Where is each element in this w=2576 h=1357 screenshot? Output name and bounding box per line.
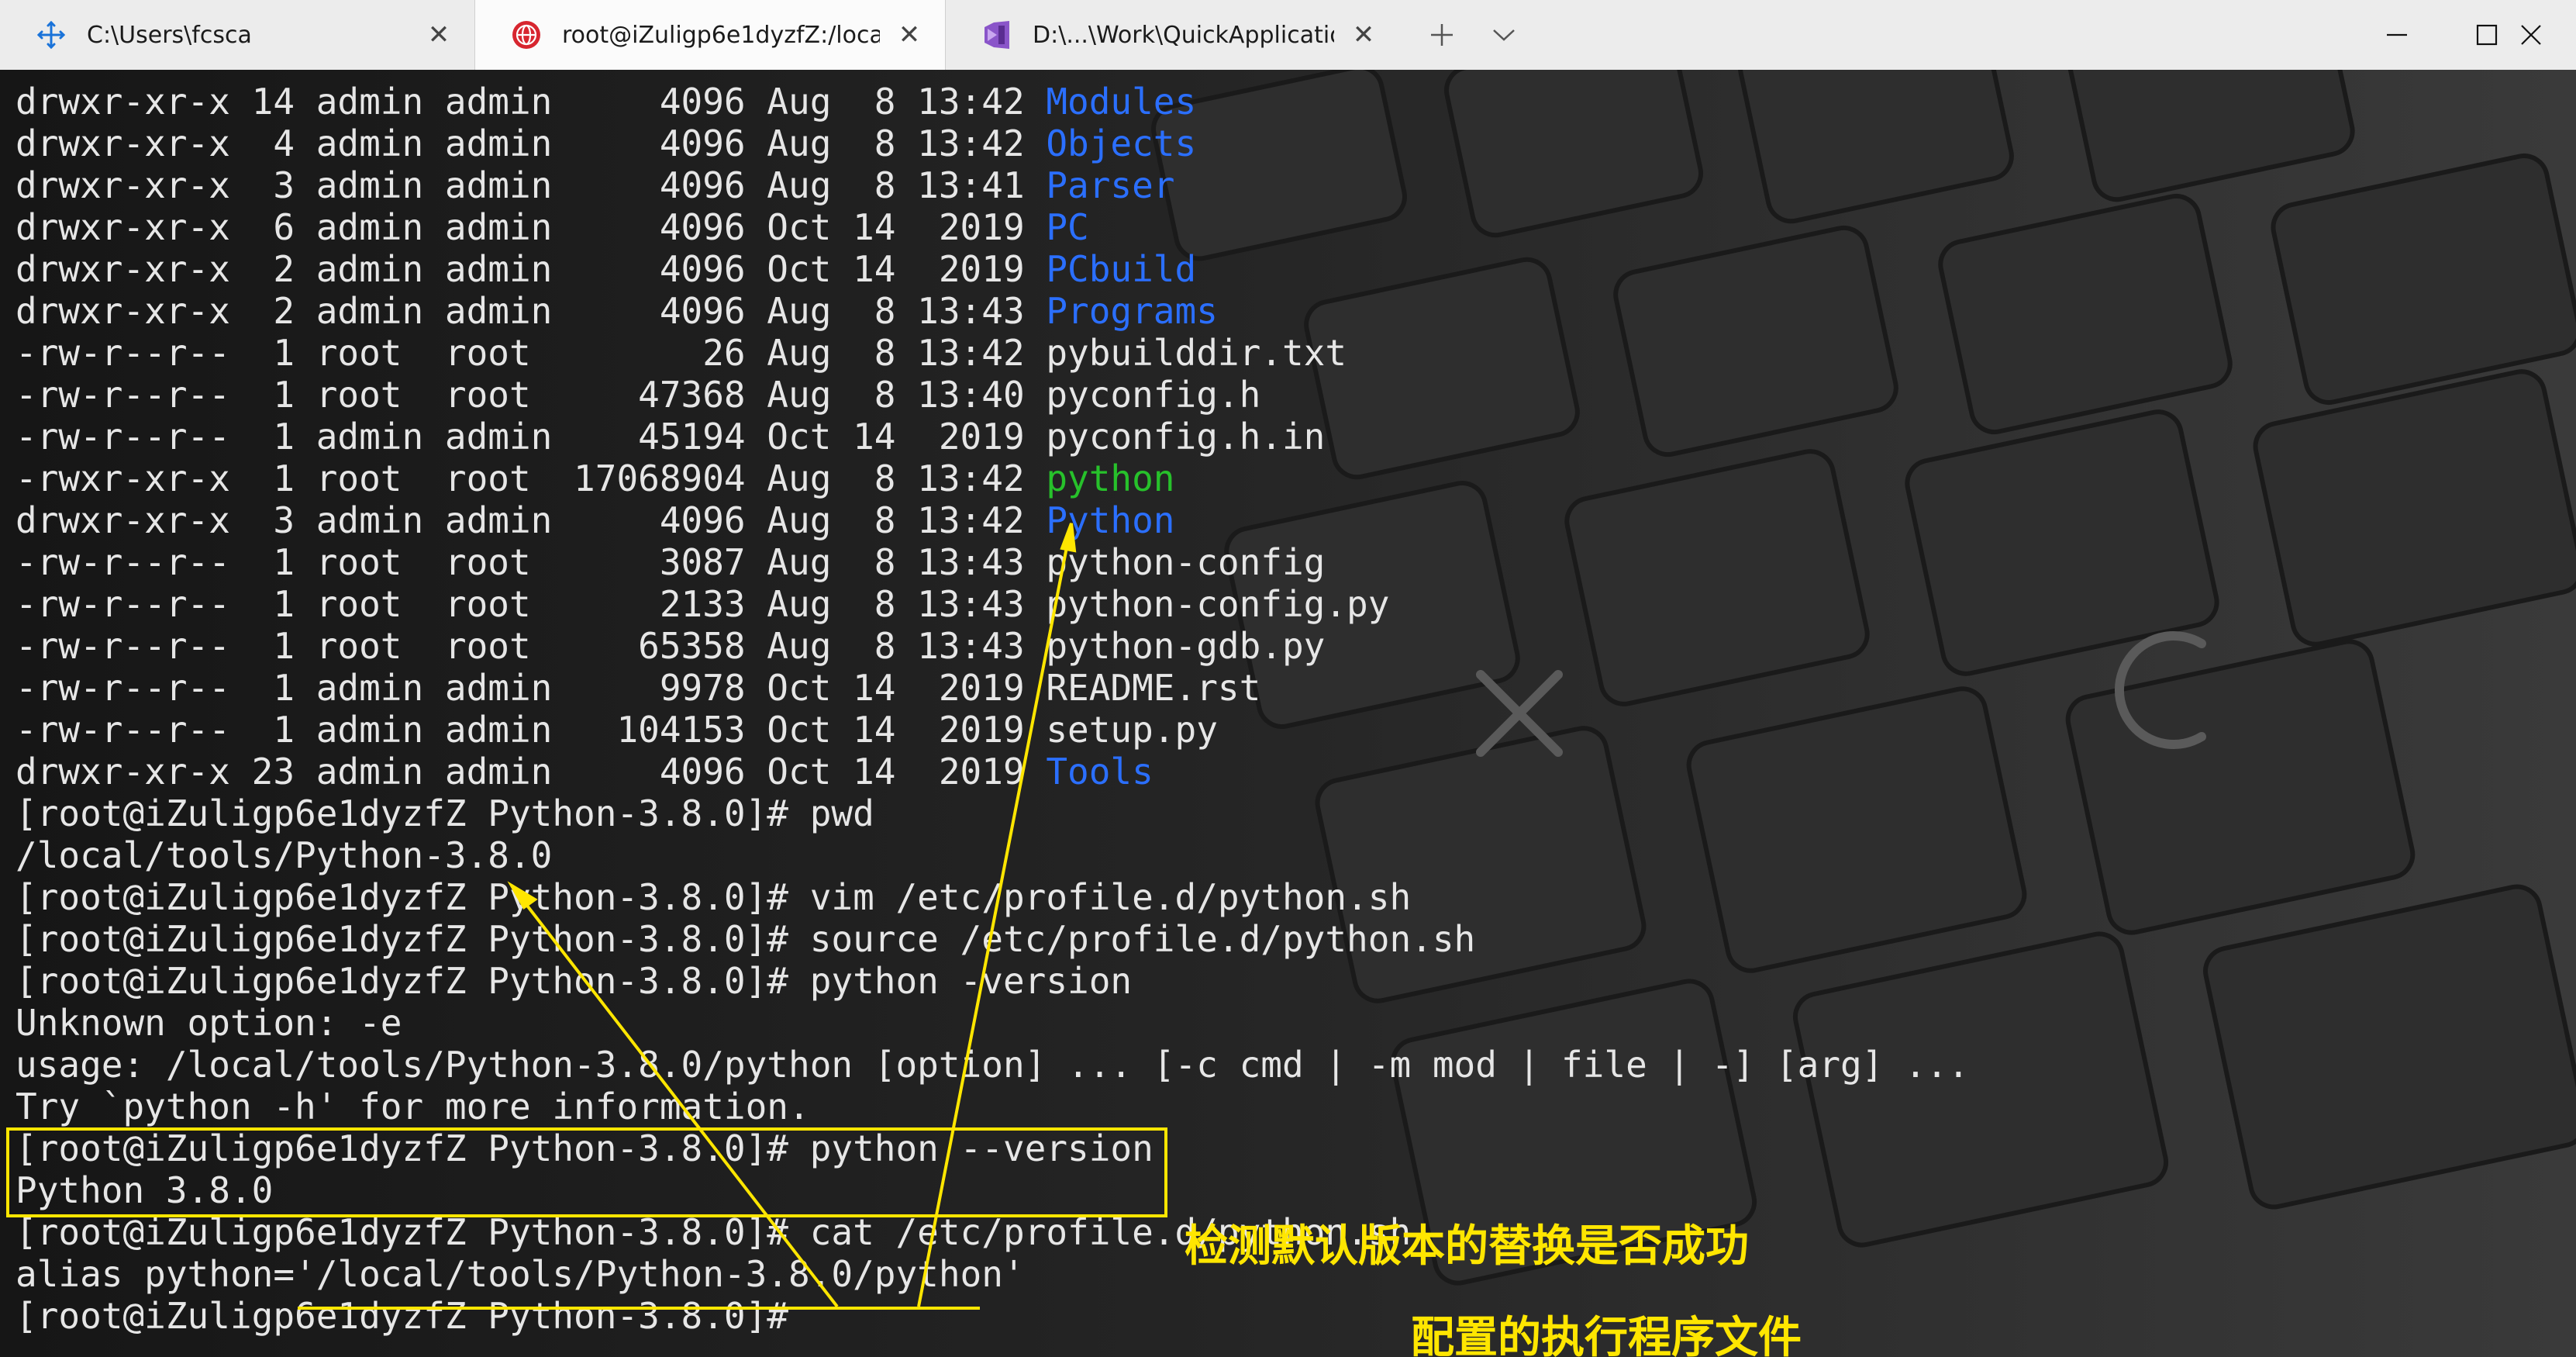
listing-filename: pyconfig.h — [1046, 374, 1261, 416]
listing-meta: -rw-r--r-- 1 root root 65358 Aug 8 13:43 — [16, 625, 1047, 667]
new-tab-button[interactable] — [1411, 0, 1473, 70]
tab-dropdown-button[interactable] — [1473, 0, 1535, 70]
listing-row: drwxr-xr-x 3 admin admin 4096 Aug 8 13:4… — [16, 164, 1969, 206]
listing-row: drwxr-xr-x 2 admin admin 4096 Oct 14 201… — [16, 248, 1969, 290]
listing-meta: drwxr-xr-x 3 admin admin 4096 Aug 8 13:4… — [16, 164, 1047, 206]
chevron-down-icon — [1493, 29, 1515, 41]
listing-meta: drwxr-xr-x 2 admin admin 4096 Oct 14 201… — [16, 248, 1047, 290]
listing-filename: setup.py — [1046, 709, 1218, 751]
tab-ssh[interactable]: root@iZuligp6e1dyzfZ:/local/too ✕ — [474, 0, 946, 70]
listing-meta: drwxr-xr-x 14 admin admin 4096 Aug 8 13:… — [16, 81, 1047, 123]
minimize-icon — [2387, 33, 2407, 36]
listing-meta: -rw-r--r-- 1 root root 26 Aug 8 13:42 — [16, 332, 1047, 374]
prompt-line: [root@iZuligp6e1dyzfZ Python-3.8.0]# pyt… — [16, 960, 1133, 1002]
prompt-line: [root@iZuligp6e1dyzfZ Python-3.8.0]# vim… — [16, 876, 1412, 918]
listing-row: -rw-r--r-- 1 admin admin 9978 Oct 14 201… — [16, 667, 1969, 709]
tab-cmd[interactable]: C:\Users\fcsca ✕ — [0, 0, 474, 70]
listing-row: drwxr-xr-x 14 admin admin 4096 Aug 8 13:… — [16, 81, 1969, 123]
prompt-line: [root@iZuligp6e1dyzfZ Python-3.8.0]# sou… — [16, 918, 1476, 960]
close-tab-icon[interactable]: ✕ — [1347, 18, 1381, 52]
listing-meta: -rw-r--r-- 1 admin admin 45194 Oct 14 20… — [16, 416, 1047, 458]
listing-row: drwxr-xr-x 23 admin admin 4096 Oct 14 20… — [16, 751, 1969, 792]
listing-row: -rw-r--r-- 1 admin admin 104153 Oct 14 2… — [16, 709, 1969, 751]
close-icon — [2521, 25, 2541, 45]
minimize-button[interactable] — [2352, 0, 2442, 70]
listing-meta: drwxr-xr-x 4 admin admin 4096 Aug 8 13:4… — [16, 123, 1047, 164]
listing-filename: README.rst — [1046, 667, 1261, 709]
listing-row: -rw-r--r-- 1 root root 3087 Aug 8 13:43 … — [16, 541, 1969, 583]
annotation-label: 配置的执行程序文件 — [1411, 1313, 1802, 1357]
listing-filename: Python — [1046, 499, 1175, 541]
tab-title: D:\...\Work\QuickApplication — [1033, 21, 1334, 49]
listing-filename: pyconfig.h.in — [1046, 416, 1326, 458]
output-line: Python 3.8.0 — [16, 1169, 274, 1211]
listing-row: -rw-r--r-- 1 root root 26 Aug 8 13:42 py… — [16, 332, 1969, 374]
prompt-line: [root@iZuligp6e1dyzfZ Python-3.8.0]# pyt… — [16, 1127, 1154, 1169]
listing-meta: drwxr-xr-x 3 admin admin 4096 Aug 8 13:4… — [16, 499, 1047, 541]
listing-row: drwxr-xr-x 2 admin admin 4096 Aug 8 13:4… — [16, 290, 1969, 332]
tab-title: root@iZuligp6e1dyzfZ:/local/too — [562, 21, 880, 49]
listing-filename: Tools — [1046, 751, 1154, 792]
listing-row: -rw-r--r-- 1 root root 2133 Aug 8 13:43 … — [16, 583, 1969, 625]
output-line: usage: /local/tools/Python-3.8.0/python … — [16, 1044, 1970, 1086]
listing-meta: -rw-r--r-- 1 admin admin 9978 Oct 14 201… — [16, 667, 1047, 709]
listing-row: drwxr-xr-x 3 admin admin 4096 Aug 8 13:4… — [16, 499, 1969, 541]
listing-meta: drwxr-xr-x 2 admin admin 4096 Aug 8 13:4… — [16, 290, 1047, 332]
listing-row: -rwxr-xr-x 1 root root 17068904 Aug 8 13… — [16, 458, 1969, 499]
listing-meta: -rw-r--r-- 1 root root 3087 Aug 8 13:43 — [16, 541, 1047, 583]
listing-filename: python-config — [1046, 541, 1326, 583]
title-bar: C:\Users\fcsca ✕ root@iZuligp6e1dyzfZ:/l… — [0, 0, 2576, 70]
listing-row: -rw-r--r-- 1 admin admin 45194 Oct 14 20… — [16, 416, 1969, 458]
listing-filename: Modules — [1046, 81, 1197, 123]
output-line: /local/tools/Python-3.8.0 — [16, 834, 553, 876]
listing-filename: PCbuild — [1046, 248, 1197, 290]
network-icon — [36, 20, 66, 50]
listing-filename: Programs — [1046, 290, 1218, 332]
listing-filename: PC — [1046, 206, 1089, 248]
listing-meta: -rwxr-xr-x 1 root root 17068904 Aug 8 13… — [16, 458, 1047, 499]
terminal-output: drwxr-xr-x 14 admin admin 4096 Aug 8 13:… — [16, 81, 1969, 1337]
listing-row: -rw-r--r-- 1 root root 65358 Aug 8 13:43… — [16, 625, 1969, 667]
globe-icon — [512, 21, 540, 49]
listing-meta: -rw-r--r-- 1 root root 47368 Aug 8 13:40 — [16, 374, 1047, 416]
close-tab-icon[interactable]: ✕ — [422, 18, 456, 52]
tab-vs[interactable]: D:\...\Work\QuickApplication ✕ — [946, 0, 1399, 70]
tab-title: C:\Users\fcsca — [87, 21, 252, 49]
listing-meta: drwxr-xr-x 23 admin admin 4096 Oct 14 20… — [16, 751, 1047, 792]
visual-studio-icon — [985, 21, 1009, 49]
prompt-line: [root@iZuligp6e1dyzfZ Python-3.8.0]# pwd — [16, 792, 874, 834]
annotation-label: 检测默认版本的替换是否成功 — [1185, 1221, 1749, 1272]
terminal-pane[interactable]: drwxr-xr-x 14 admin admin 4096 Aug 8 13:… — [0, 70, 2576, 1357]
listing-filename: python — [1046, 458, 1175, 499]
listing-filename: Objects — [1046, 123, 1197, 164]
output-line: Try `python -h' for more information. — [16, 1086, 810, 1127]
output-line: Unknown option: -e — [16, 1002, 402, 1044]
close-window-button[interactable] — [2486, 0, 2576, 70]
listing-filename: Parser — [1046, 164, 1175, 206]
listing-filename: python-gdb.py — [1046, 625, 1326, 667]
listing-row: drwxr-xr-x 6 admin admin 4096 Oct 14 201… — [16, 206, 1969, 248]
listing-filename: pybuilddir.txt — [1046, 332, 1347, 374]
listing-row: drwxr-xr-x 4 admin admin 4096 Aug 8 13:4… — [16, 123, 1969, 164]
close-tab-icon[interactable]: ✕ — [892, 18, 926, 52]
listing-row: -rw-r--r-- 1 root root 47368 Aug 8 13:40… — [16, 374, 1969, 416]
listing-meta: -rw-r--r-- 1 admin admin 104153 Oct 14 2… — [16, 709, 1047, 751]
plus-icon — [1431, 24, 1453, 46]
listing-meta: drwxr-xr-x 6 admin admin 4096 Oct 14 201… — [16, 206, 1047, 248]
listing-filename: python-config.py — [1046, 583, 1390, 625]
listing-meta: -rw-r--r-- 1 root root 2133 Aug 8 13:43 — [16, 583, 1047, 625]
